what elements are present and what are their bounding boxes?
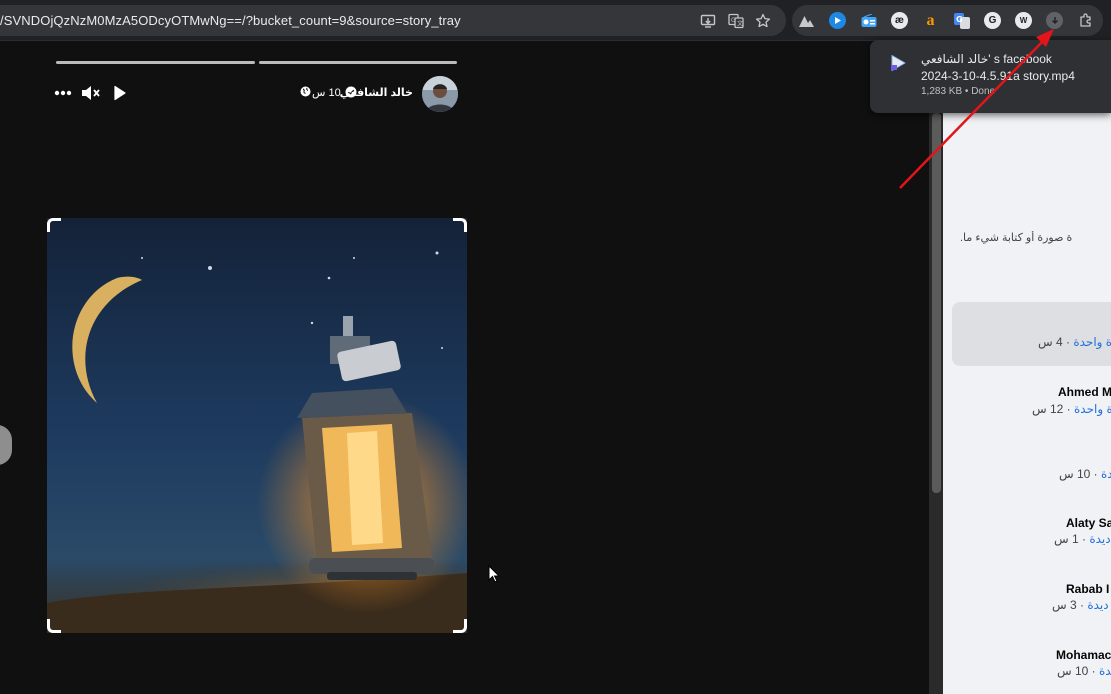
annotation-arrow [899, 29, 1054, 189]
screen: /SVNDOjQzNzM0MzA5ODcyOTMwNg==/?bucket_co… [0, 0, 1111, 694]
